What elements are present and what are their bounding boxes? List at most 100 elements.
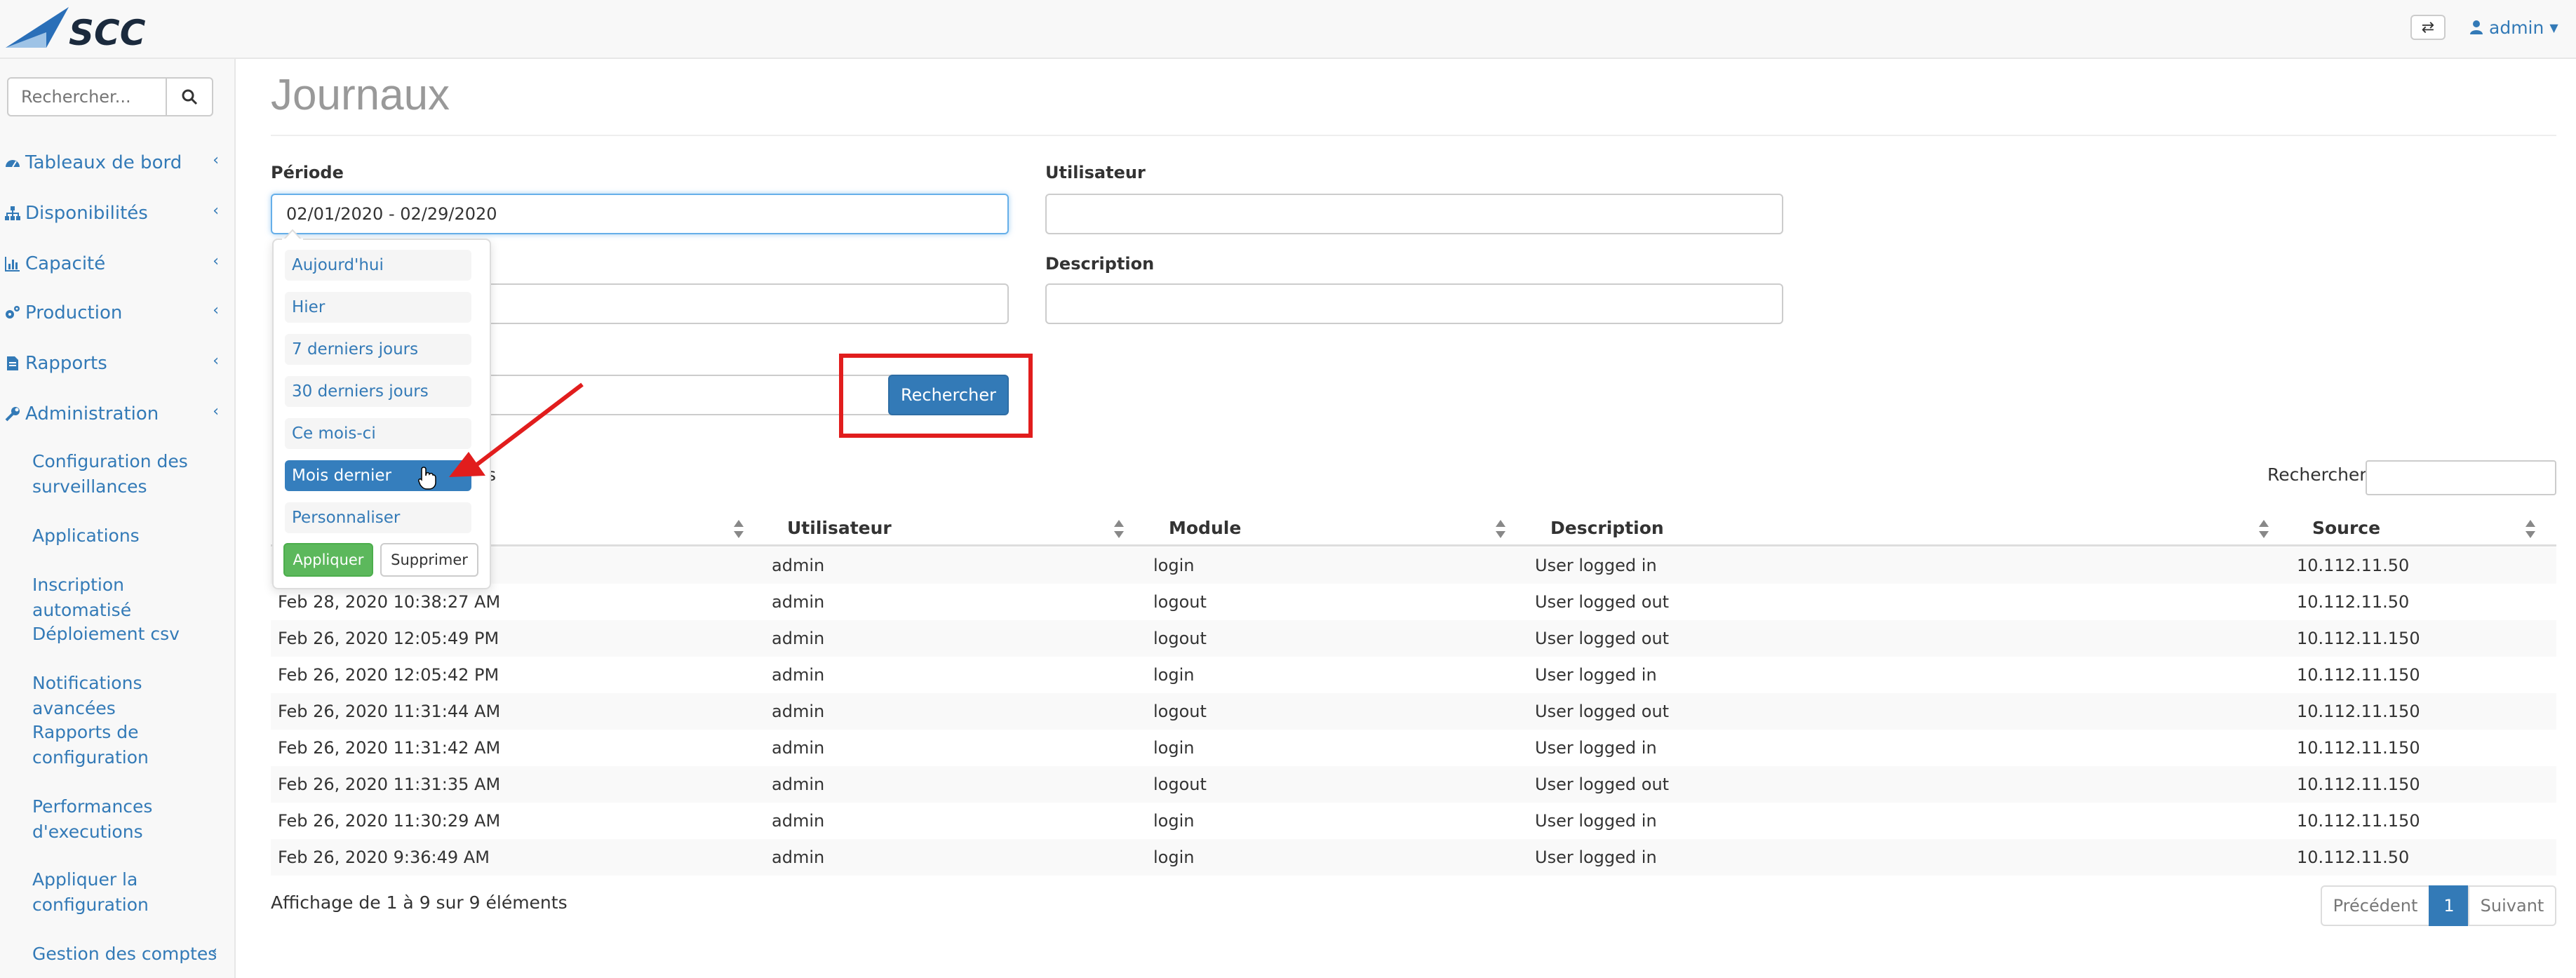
cell-user: admin [772, 665, 825, 685]
hand-cursor-icon [418, 467, 436, 490]
chevron-left-icon: ‹ [213, 253, 219, 270]
description-input[interactable] [1045, 283, 1783, 324]
apply-button[interactable]: Appliquer [283, 543, 373, 577]
sidebar-item-availability[interactable]: Disponibilités ‹ [4, 199, 219, 227]
table-row[interactable]: Feb 26, 2020 12:05:42 PM admin login Use… [271, 657, 2556, 693]
sidebar-item-production[interactable]: Production ‹ [4, 299, 219, 327]
table-search-input[interactable] [2366, 460, 2556, 495]
cell-description: User logged in [1535, 811, 1657, 831]
sort-icon[interactable] [2524, 519, 2537, 539]
cell-module: logout [1153, 629, 1207, 648]
cancel-button[interactable]: Supprimer [380, 543, 478, 577]
user-menu[interactable]: admin ▼ [2469, 15, 2558, 39]
periode-label: Période [271, 163, 344, 182]
cell-user: admin [772, 848, 825, 867]
sidebar-item-administration[interactable]: Administration ‹ [4, 400, 219, 428]
cell-date: Feb 26, 2020 11:31:42 AM [278, 738, 501, 758]
sidebar-subitem-advanced-notifications[interactable]: Notifications avancées [32, 671, 222, 721]
column-header-source[interactable]: Source [2312, 509, 2380, 546]
cell-date: Feb 26, 2020 9:36:49 AM [278, 848, 490, 867]
cell-user: admin [772, 629, 825, 648]
chevron-left-icon: ‹ [213, 202, 219, 220]
cell-source: 10.112.11.50 [2297, 848, 2410, 867]
cell-date: Feb 26, 2020 12:05:49 PM [278, 629, 499, 648]
highlight-box [839, 354, 1033, 438]
range-today[interactable]: Aujourd'hui [285, 250, 471, 281]
top-navbar: SCC ⇄ admin ▼ [0, 0, 2576, 59]
cell-source: 10.112.11.50 [2297, 592, 2410, 612]
sidebar-subitem-apply-configuration[interactable]: Appliquer la configuration [32, 867, 222, 918]
chevron-left-icon: ‹ [213, 152, 219, 169]
pagination-next[interactable]: Suivant [2468, 885, 2556, 926]
column-header-utilisateur[interactable]: Utilisateur [787, 509, 892, 546]
cell-description: User logged out [1535, 629, 1670, 648]
sidebar-search-input[interactable] [7, 77, 167, 116]
cell-date: Feb 26, 2020 11:31:35 AM [278, 775, 501, 794]
sidebar-item-label: Rapports [25, 353, 107, 374]
sidebar-subitem-surveillance-config[interactable]: Configuration des surveillances [32, 449, 222, 500]
sidebar-search-button[interactable] [166, 77, 213, 116]
cell-user: admin [772, 811, 825, 831]
chevron-left-icon: ‹ [213, 352, 219, 370]
cell-module: login [1153, 556, 1195, 575]
cell-module: login [1153, 665, 1195, 685]
sidebar-item-capacity[interactable]: Capacité ‹ [4, 250, 219, 278]
sidebar-item-dashboards[interactable]: Tableaux de bord ‹ [4, 149, 219, 177]
table-row[interactable]: Feb 26, 2020 11:31:35 AM admin logout Us… [271, 766, 2556, 803]
table-header-divider [271, 544, 2556, 547]
pagination-page-1[interactable]: 1 [2429, 885, 2469, 926]
cell-module: login [1153, 811, 1195, 831]
scc-logo[interactable]: SCC [4, 4, 201, 52]
table-row[interactable]: Feb 26, 2020 12:05:49 PM admin logout Us… [271, 620, 2556, 657]
title-divider [271, 135, 2556, 136]
periode-input[interactable] [271, 194, 1009, 234]
cell-user: admin [772, 775, 825, 794]
chevron-left-icon: ‹ [213, 302, 219, 319]
cell-description: User logged in [1535, 556, 1657, 575]
dropdown-caret [282, 229, 303, 240]
cell-user: admin [772, 592, 825, 612]
sidebar-subitem-execution-performance[interactable]: Performances d'executions [32, 794, 222, 845]
range-last-7-days[interactable]: 7 derniers jours [285, 334, 471, 365]
sidebar-subitem-auto-registration[interactable]: Inscription automatisé [32, 572, 222, 623]
range-yesterday[interactable]: Hier [285, 292, 471, 323]
user-name: admin [2489, 17, 2544, 38]
sort-icon[interactable] [1494, 519, 1507, 539]
cell-description: User logged in [1535, 848, 1657, 867]
exchange-icon: ⇄ [2421, 18, 2435, 36]
cell-description: User logged out [1535, 592, 1670, 612]
sort-icon[interactable] [732, 519, 745, 539]
range-custom[interactable]: Personnaliser [285, 502, 471, 533]
sort-icon[interactable] [1113, 519, 1125, 539]
cell-user: admin [772, 702, 825, 721]
table-row[interactable]: Feb 26, 2020 11:31:42 AM admin login Use… [271, 730, 2556, 766]
sidebar-item-label: Production [25, 302, 123, 323]
user-icon [2470, 20, 2483, 34]
sidebar-subitem-applications[interactable]: Applications [32, 523, 222, 549]
table-row[interactable]: admin login User logged in 10.112.11.50 [271, 547, 2556, 584]
cell-module: login [1153, 738, 1195, 758]
table-row[interactable]: Feb 28, 2020 10:38:27 AM admin logout Us… [271, 584, 2556, 620]
cell-user: admin [772, 556, 825, 575]
cell-module: logout [1153, 702, 1207, 721]
table-search-label: Rechercher: [2267, 464, 2373, 485]
pagination-previous[interactable]: Précédent [2321, 885, 2430, 926]
sidebar-subitem-account-management[interactable]: Gestion des comptes [32, 942, 222, 967]
sidebar-item-reports[interactable]: Rapports ‹ [4, 349, 219, 377]
cell-source: 10.112.11.150 [2297, 665, 2420, 685]
cell-user: admin [772, 738, 825, 758]
description-label: Description [1045, 254, 1155, 274]
cogs-icon [6, 306, 20, 319]
sidebar-subitem-config-reports[interactable]: Rapports de configuration [32, 720, 222, 770]
switch-view-button[interactable]: ⇄ [2410, 15, 2446, 40]
column-header-module[interactable]: Module [1169, 509, 1241, 546]
sort-icon[interactable] [2258, 519, 2270, 539]
table-row[interactable]: Feb 26, 2020 9:36:49 AM admin login User… [271, 839, 2556, 876]
table-row[interactable]: Feb 26, 2020 11:31:44 AM admin logout Us… [271, 693, 2556, 730]
table-row[interactable]: Feb 26, 2020 11:30:29 AM admin login Use… [271, 803, 2556, 839]
module-input[interactable] [463, 283, 1009, 324]
column-header-description[interactable]: Description [1550, 509, 1664, 546]
wrench-icon [5, 407, 20, 422]
utilisateur-input[interactable] [1045, 194, 1783, 234]
sidebar-subitem-csv-deployment[interactable]: Déploiement csv [32, 622, 222, 647]
